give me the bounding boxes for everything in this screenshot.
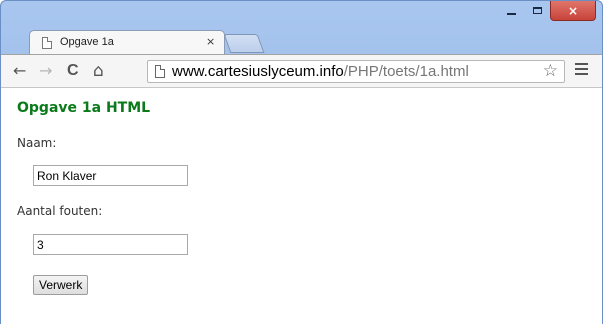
- submit-button[interactable]: Verwerk: [33, 275, 89, 295]
- minimize-icon: [506, 12, 516, 15]
- menu-icon[interactable]: [575, 63, 588, 78]
- errors-input[interactable]: [33, 234, 188, 255]
- forward-icon[interactable]: →: [39, 61, 52, 81]
- browser-toolbar: ← → C ⌂ www.cartesiuslyceum.info/PHP/toe…: [1, 54, 602, 88]
- new-tab-button[interactable]: [223, 34, 265, 53]
- reload-icon[interactable]: C: [67, 61, 79, 81]
- maximize-icon: [532, 7, 542, 14]
- tab-close-icon[interactable]: ×: [206, 35, 215, 48]
- minimize-button[interactable]: [498, 1, 524, 20]
- name-label: Naam:: [17, 136, 57, 150]
- close-window-button[interactable]: ×: [550, 1, 596, 21]
- url-text: www.cartesiuslyceum.info/PHP/toets/1a.ht…: [172, 63, 469, 80]
- back-icon[interactable]: ←: [13, 61, 26, 81]
- close-icon: ×: [567, 3, 579, 18]
- star-icon[interactable]: ☆: [543, 61, 558, 81]
- errors-label: Aantal fouten:: [17, 204, 103, 218]
- url-path: /PHP/toets/1a.html: [343, 63, 469, 80]
- browser-window: × Opgave 1a × ← → C ⌂ www.cartesiuslyceu…: [0, 0, 603, 325]
- page-title: Opgave 1a HTML: [17, 100, 151, 116]
- tab-opgave-1a[interactable]: Opgave 1a ×: [29, 30, 225, 55]
- home-icon[interactable]: ⌂: [93, 61, 104, 81]
- address-bar[interactable]: www.cartesiuslyceum.info/PHP/toets/1a.ht…: [147, 60, 565, 83]
- tab-title: Opgave 1a: [60, 36, 114, 48]
- window-controls: ×: [498, 1, 596, 21]
- url-host: www.cartesiuslyceum.info: [172, 63, 344, 80]
- page-content: Opgave 1a HTML Naam: Aantal fouten: Verw…: [1, 88, 602, 325]
- maximize-button[interactable]: [524, 1, 550, 20]
- name-input[interactable]: [33, 165, 188, 186]
- page-icon: [42, 37, 52, 49]
- page-info-icon[interactable]: [155, 65, 165, 78]
